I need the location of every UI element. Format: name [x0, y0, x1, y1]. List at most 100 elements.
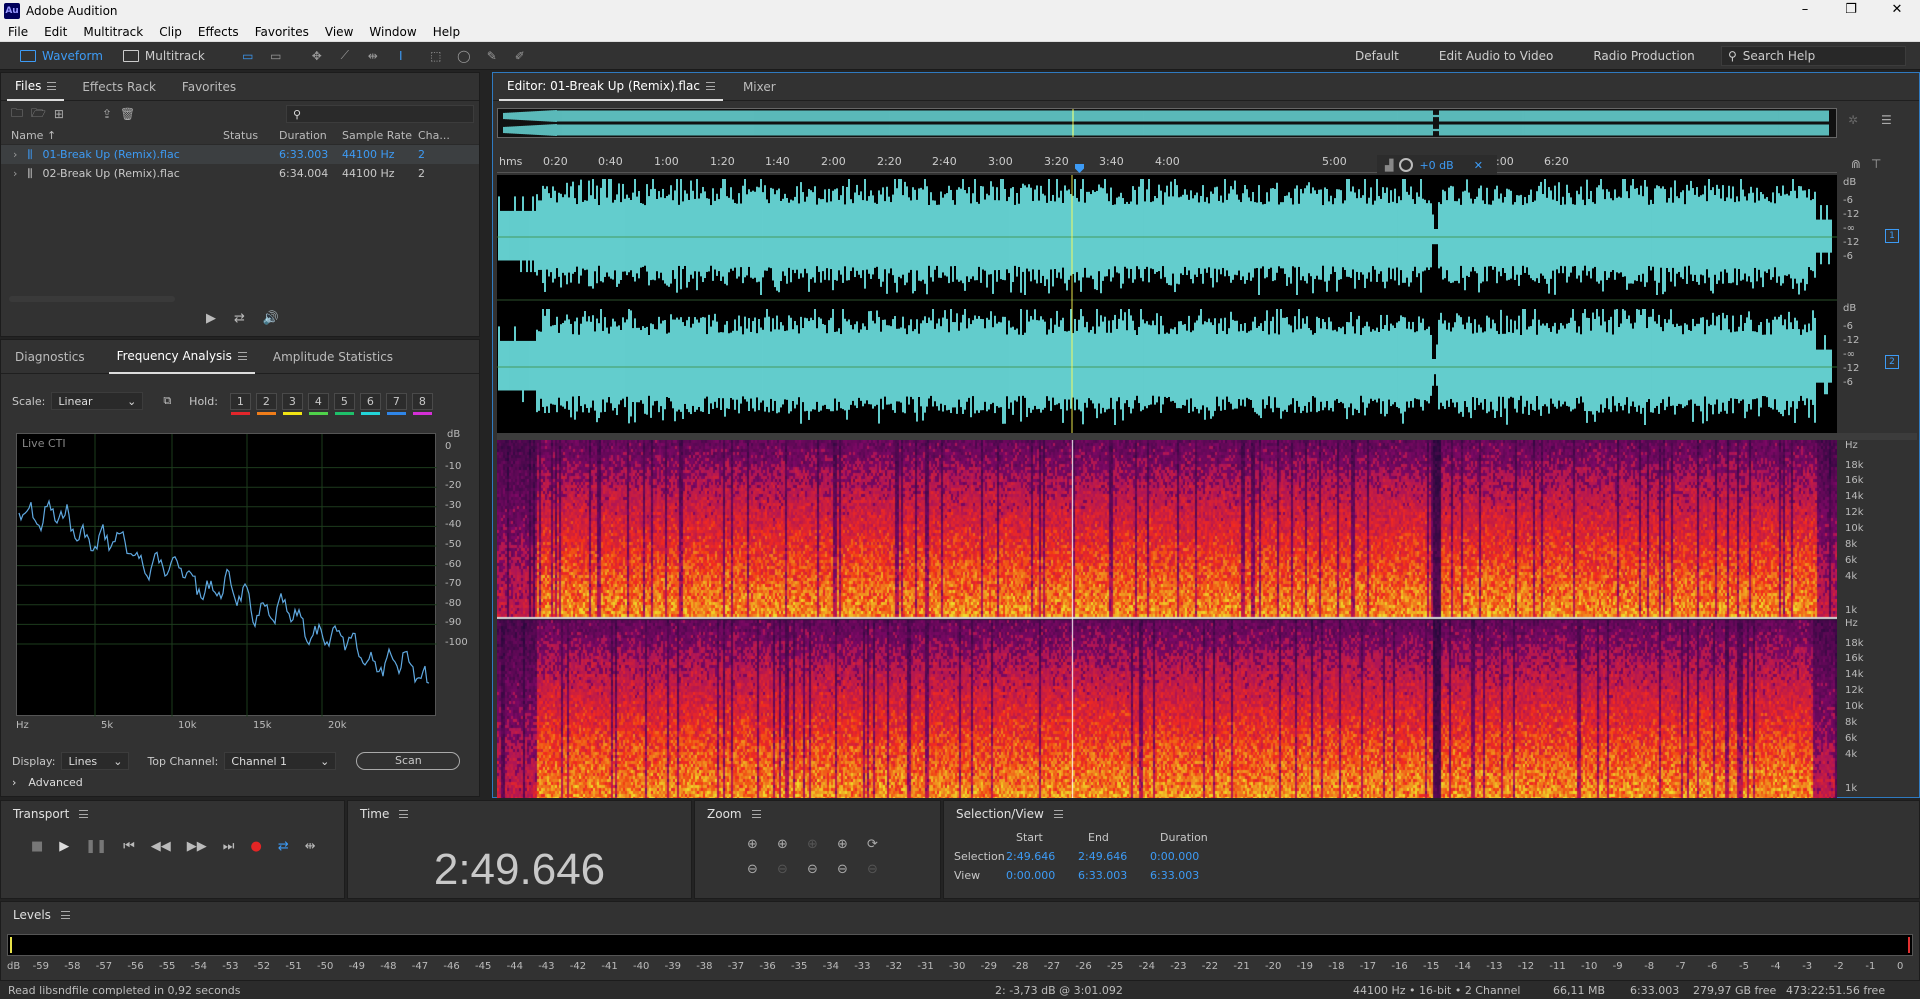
panel-menu-icon[interactable]: [79, 810, 89, 818]
tab-files[interactable]: Files: [7, 73, 65, 101]
panel-menu-icon[interactable]: [1053, 810, 1063, 818]
go-to-end-icon[interactable]: ⏭: [223, 839, 235, 854]
zoom-full-icon[interactable]: ⟳: [867, 837, 897, 852]
channel-indicator-1[interactable]: 1: [1885, 229, 1899, 243]
marker-icon[interactable]: ⊤: [1871, 157, 1881, 171]
spot-healing-tool-icon[interactable]: ✐: [509, 47, 531, 65]
tab-frequency-analysis[interactable]: Frequency Analysis: [108, 340, 255, 374]
lock-view-icon[interactable]: ⧉: [163, 394, 171, 408]
hold-button-6[interactable]: 6: [359, 392, 381, 415]
workspace-radio-production[interactable]: Radio Production: [1573, 49, 1714, 63]
rewind-icon[interactable]: ◀◀: [151, 839, 171, 854]
menu-file[interactable]: File: [0, 25, 36, 39]
col-name[interactable]: Name ↑: [1, 129, 223, 142]
menu-window[interactable]: Window: [361, 25, 424, 39]
panel-menu-icon[interactable]: [47, 81, 57, 90]
menu-edit[interactable]: Edit: [36, 25, 75, 39]
panel-menu-icon[interactable]: [399, 810, 409, 818]
view-start[interactable]: 0:00.000: [1006, 869, 1078, 882]
lasso-tool-icon[interactable]: ◯: [453, 47, 475, 65]
zoom-in-right-icon[interactable]: ⊖: [867, 862, 897, 877]
hold-button-2[interactable]: 2: [255, 392, 277, 415]
hold-button-8[interactable]: 8: [411, 392, 433, 415]
tab-editor[interactable]: Editor: 01-Break Up (Remix).flac: [499, 73, 723, 101]
pin-icon[interactable]: ✕: [1474, 159, 1483, 172]
spectral-divider[interactable]: [497, 433, 1917, 440]
zoom-out-selection-icon[interactable]: ⊖: [807, 862, 837, 877]
hud-gain-control[interactable]: ▟ +0 dB ✕: [1377, 155, 1497, 175]
level-meter-bar[interactable]: [7, 934, 1913, 956]
files-search-input[interactable]: ⚲: [286, 105, 474, 123]
menu-view[interactable]: View: [317, 25, 361, 39]
scale-dropdown[interactable]: Linear ⌄: [51, 392, 144, 410]
workspace-default[interactable]: Default: [1335, 49, 1419, 63]
time-selection-tool-icon[interactable]: I: [390, 47, 412, 65]
table-row[interactable]: › ⫼ 02-Break Up (Remix).flac 6:34.004 4410…: [1, 164, 479, 183]
advanced-toggle[interactable]: › Advanced: [12, 776, 83, 789]
import-file-icon[interactable]: 🗁: [31, 104, 46, 125]
view-end[interactable]: 6:33.003: [1078, 869, 1150, 882]
tab-effects-rack[interactable]: Effects Rack: [64, 73, 164, 101]
go-to-start-icon[interactable]: ⏮: [123, 839, 135, 854]
zoom-in-time-icon[interactable]: ⊕: [777, 837, 807, 852]
tab-amplitude-statistics[interactable]: Amplitude Statistics: [265, 340, 401, 374]
pause-icon[interactable]: ❚❚: [85, 839, 107, 854]
zoom-out-amplitude-icon[interactable]: ⊖: [747, 862, 777, 877]
multitrack-button[interactable]: Multitrack: [113, 45, 215, 67]
menu-effects[interactable]: Effects: [190, 25, 247, 39]
zoom-out-time-icon[interactable]: ⊖: [777, 862, 807, 877]
hold-button-1[interactable]: 1: [229, 392, 251, 415]
tab-favorites[interactable]: Favorites: [164, 73, 244, 101]
loop-icon[interactable]: ⇄: [234, 311, 245, 326]
selection-duration[interactable]: 0:00.000: [1150, 850, 1222, 863]
loop-playback-icon[interactable]: ⇄: [278, 839, 289, 854]
col-channels[interactable]: Cha...: [418, 129, 450, 142]
pitch-display-icon[interactable]: ▭: [265, 47, 287, 65]
display-dropdown[interactable]: Lines ⌄: [61, 752, 130, 770]
files-scrollbar[interactable]: [9, 296, 175, 302]
menu-multitrack[interactable]: Multitrack: [75, 25, 151, 39]
editor-menu-icon[interactable]: ☰: [1881, 113, 1892, 127]
selection-end[interactable]: 2:49.646: [1078, 850, 1150, 863]
menu-clip[interactable]: Clip: [151, 25, 190, 39]
tab-mixer[interactable]: Mixer: [723, 73, 784, 101]
workspace-edit-audio-to-video[interactable]: Edit Audio to Video: [1419, 49, 1573, 63]
hold-button-5[interactable]: 5: [333, 392, 355, 415]
open-file-icon[interactable]: 🗀: [11, 104, 23, 125]
spectral-display[interactable]: [497, 440, 1837, 798]
hold-button-3[interactable]: 3: [281, 392, 303, 415]
waveform-display[interactable]: [497, 175, 1837, 433]
waveform-button[interactable]: Waveform: [10, 45, 113, 67]
marquee-tool-icon[interactable]: ⬚: [425, 47, 447, 65]
zoom-in-left-icon[interactable]: ⊕: [837, 837, 867, 852]
panel-menu-icon[interactable]: [751, 810, 761, 818]
new-file-icon[interactable]: ⊞: [54, 107, 64, 121]
hold-button-4[interactable]: 4: [307, 392, 329, 415]
spectral-display-icon[interactable]: ▭: [237, 47, 259, 65]
view-duration[interactable]: 6:33.003: [1150, 869, 1222, 882]
brush-tool-icon[interactable]: ✎: [481, 47, 503, 65]
scan-button[interactable]: Scan: [356, 752, 461, 770]
maximize-button[interactable]: ❐: [1828, 0, 1874, 22]
close-button[interactable]: ✕: [1874, 0, 1920, 22]
move-tool-icon[interactable]: ✥: [306, 47, 328, 65]
snap-icon[interactable]: ⋒: [1851, 157, 1861, 171]
table-row[interactable]: › ⫼ 01-Break Up (Remix).flac 6:33.003 4410…: [1, 145, 479, 164]
insert-into-multitrack-icon[interactable]: ⇪: [102, 107, 112, 121]
gain-knob-icon[interactable]: [1399, 158, 1414, 172]
play-icon[interactable]: ▶: [59, 839, 69, 854]
panel-menu-icon[interactable]: [60, 911, 70, 919]
record-icon[interactable]: ●: [251, 839, 262, 854]
minimize-button[interactable]: –: [1782, 0, 1828, 22]
panel-menu-icon[interactable]: [237, 351, 247, 360]
hold-button-7[interactable]: 7: [385, 392, 407, 415]
channel-indicator-2[interactable]: 2: [1885, 355, 1899, 369]
zoom-to-selection-icon[interactable]: ⊕: [807, 837, 837, 852]
playhead-marker[interactable]: [1075, 164, 1084, 173]
col-status[interactable]: Status: [223, 129, 279, 142]
panel-menu-icon[interactable]: [705, 81, 715, 90]
expand-chevron-icon[interactable]: ›: [13, 148, 17, 162]
top-channel-dropdown[interactable]: Channel 1 ⌄: [224, 752, 337, 770]
timeline-ruler[interactable]: hms 0:20 0:40 1:00 1:20 1:40 2:00 2:20 2:40 3:00 3…: [497, 155, 1837, 173]
overview-bar[interactable]: [497, 108, 1837, 138]
